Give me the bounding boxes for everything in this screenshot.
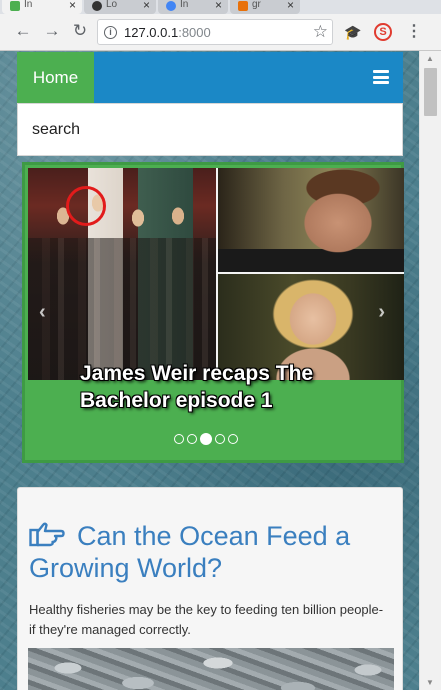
google-icon bbox=[166, 1, 176, 11]
carousel-indicators bbox=[174, 430, 241, 445]
url-text: 127.0.0.1:8000 bbox=[124, 25, 211, 40]
favicon-icon bbox=[238, 1, 248, 11]
carousel-dot-active[interactable] bbox=[200, 432, 212, 445]
reload-icon[interactable]: ↻ bbox=[69, 20, 91, 42]
search-input[interactable] bbox=[17, 103, 403, 156]
browser-toolbar: ← → ↻ i 127.0.0.1:8000 ☆ 🎓 S ⋮ bbox=[0, 14, 441, 51]
fish-photo[interactable] bbox=[28, 648, 394, 690]
carousel-dot[interactable] bbox=[215, 433, 225, 444]
bachelor-man-photo bbox=[218, 168, 404, 272]
browser-tab-2[interactable]: Lo × bbox=[84, 0, 156, 14]
browser-tab-1[interactable]: In × bbox=[2, 0, 82, 14]
bachelor-contestants-photo bbox=[28, 168, 216, 380]
highlight-circle bbox=[66, 186, 106, 226]
favicon-icon bbox=[10, 1, 20, 11]
article-summary: Healthy fisheries may be the key to feed… bbox=[29, 602, 384, 637]
browser-tab-4[interactable]: gr × bbox=[230, 0, 300, 14]
article-title[interactable]: Can the Ocean Feed a Growing World? bbox=[29, 521, 350, 583]
tab-title: In bbox=[180, 0, 189, 10]
tab-title: In bbox=[24, 0, 33, 10]
close-tab-icon[interactable]: × bbox=[69, 0, 76, 12]
info-icon[interactable]: i bbox=[104, 26, 117, 39]
address-bar[interactable]: i 127.0.0.1:8000 ☆ bbox=[97, 19, 333, 45]
back-arrow-icon[interactable]: ← bbox=[12, 20, 34, 42]
article-card: Can the Ocean Feed a Growing World? Heal… bbox=[17, 487, 403, 690]
carousel-caption[interactable]: James Weir recaps The Bachelor episode 1 bbox=[80, 360, 370, 414]
bookmark-star-icon[interactable]: ☆ bbox=[313, 22, 328, 42]
hamburger-menu-icon[interactable] bbox=[373, 70, 389, 84]
carousel-dot[interactable] bbox=[228, 433, 238, 444]
tab-title: gr bbox=[252, 0, 261, 10]
carousel-dot[interactable] bbox=[174, 433, 184, 444]
close-tab-icon[interactable]: × bbox=[215, 0, 222, 12]
close-tab-icon[interactable]: × bbox=[143, 0, 150, 12]
forward-arrow-icon[interactable]: → bbox=[41, 20, 63, 42]
page-scrollbar[interactable]: ▲ ▼ bbox=[419, 51, 441, 690]
no-script-icon[interactable]: S bbox=[374, 23, 392, 41]
scroll-up-icon[interactable]: ▲ bbox=[426, 54, 434, 63]
browser-tab-3[interactable]: In × bbox=[158, 0, 228, 14]
tab-strip: In × Lo × In × gr × bbox=[0, 0, 441, 14]
home-button[interactable]: Home bbox=[17, 52, 94, 103]
carousel-slide-image[interactable] bbox=[28, 168, 404, 380]
scrollbar-thumb[interactable] bbox=[424, 68, 437, 116]
carousel-dot[interactable] bbox=[187, 433, 197, 444]
github-icon bbox=[92, 1, 102, 11]
close-tab-icon[interactable]: × bbox=[287, 0, 294, 12]
site-navbar: Home bbox=[17, 52, 403, 103]
tab-title: Lo bbox=[106, 0, 118, 10]
graduation-cap-icon[interactable]: 🎓 bbox=[344, 23, 362, 41]
page-viewport: Home ‹ › James Weir recaps The Bachelor … bbox=[0, 51, 441, 690]
article-title-row[interactable]: Can the Ocean Feed a Growing World? bbox=[29, 520, 394, 584]
hand-pointing-right-icon bbox=[29, 522, 65, 547]
carousel-next-chevron-icon[interactable]: › bbox=[378, 301, 385, 324]
news-carousel: ‹ › James Weir recaps The Bachelor episo… bbox=[22, 162, 404, 463]
scroll-down-icon[interactable]: ▼ bbox=[426, 678, 434, 687]
carousel-prev-chevron-icon[interactable]: ‹ bbox=[39, 301, 46, 324]
browser-menu-icon[interactable]: ⋮ bbox=[405, 23, 423, 41]
